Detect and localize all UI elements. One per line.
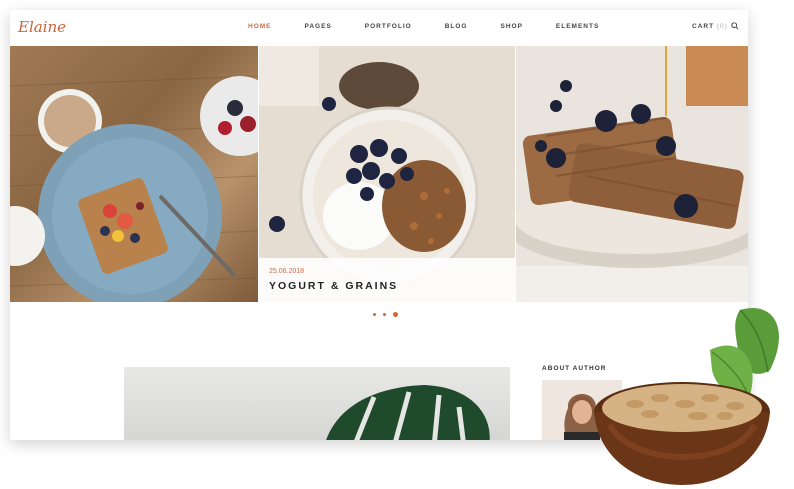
nav-item-portfolio[interactable]: PORTFOLIO (365, 23, 412, 30)
hero-slider: 25.06.2018 YOGURT & GRAINS (10, 46, 748, 302)
search-icon[interactable] (731, 22, 739, 30)
nav-item-elements[interactable]: ELEMENTS (556, 23, 599, 30)
slide-toast-image[interactable] (10, 46, 258, 302)
featured-post-image[interactable] (124, 367, 510, 440)
oat-bowl-icon (594, 308, 779, 485)
waffle-plate-illustration (516, 46, 748, 302)
slider-dot-2[interactable] (383, 313, 386, 316)
cart-link[interactable]: CART (0) (692, 23, 728, 30)
nav-item-blog[interactable]: BLOG (445, 23, 468, 30)
cart-label: CART (692, 23, 715, 30)
main-nav: HOME PAGES PORTFOLIO BLOG SHOP ELEMENTS (248, 23, 632, 30)
slide-caption: 25.06.2018 YOGURT & GRAINS (259, 258, 515, 302)
slider-dot-3[interactable] (393, 312, 398, 317)
toast-plate-illustration (10, 75, 258, 302)
slider-pagination (373, 312, 398, 317)
site-header: Elaine HOME PAGES PORTFOLIO BLOG SHOP EL… (10, 10, 748, 46)
monstera-leaf-illustration (326, 385, 490, 440)
cart-count: (0) (716, 23, 728, 30)
nav-item-shop[interactable]: SHOP (500, 23, 522, 30)
slide-waffles-image[interactable] (516, 46, 748, 302)
mint-leaf-icon (710, 308, 779, 396)
post-date: 25.06.2018 (269, 268, 305, 275)
slide-yogurt-image[interactable]: 25.06.2018 YOGURT & GRAINS (259, 46, 515, 302)
nav-item-pages[interactable]: PAGES (305, 23, 332, 30)
post-title[interactable]: YOGURT & GRAINS (269, 280, 398, 292)
site-logo[interactable]: Elaine (18, 18, 66, 36)
slider-dot-1[interactable] (373, 313, 376, 316)
nav-item-home[interactable]: HOME (248, 23, 272, 30)
